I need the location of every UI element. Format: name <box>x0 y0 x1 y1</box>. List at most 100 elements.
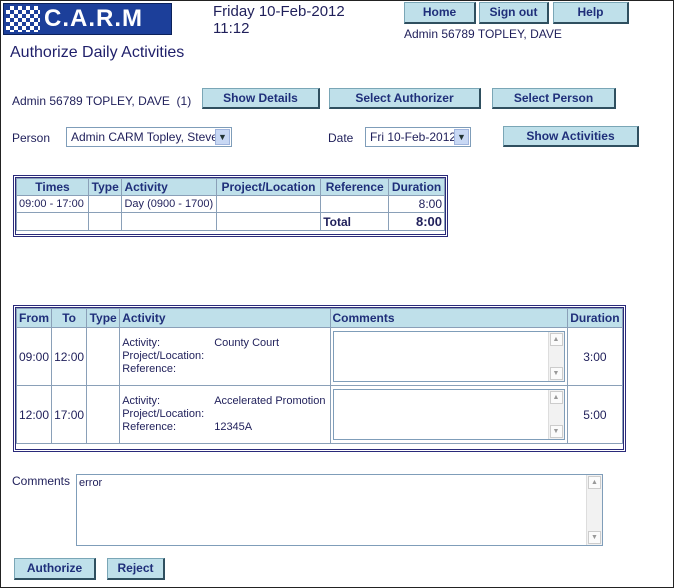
cell-activity-details: Activity: Accelerated Promotion Project/L… <box>119 385 331 444</box>
chevron-down-icon[interactable]: ▼ <box>215 129 230 145</box>
table-row: 09:00 - 17:00 Day (0900 - 1700) 8:00 <box>16 195 445 213</box>
activity-field-label: Activity: <box>122 337 161 349</box>
scroll-down-icon[interactable]: ▼ <box>549 367 563 380</box>
project-field-label: Project/Location: <box>122 408 205 420</box>
show-activities-button[interactable]: Show Activities <box>503 126 639 147</box>
total-label: Total <box>320 212 390 231</box>
header-date: Friday 10-Feb-2012 <box>213 3 345 20</box>
summary-total-row: Total 8:00 <box>16 212 445 231</box>
authorizer-count: (1) <box>176 94 192 108</box>
activity-line: Activity: County Court <box>122 337 327 350</box>
col-activity: Activity <box>119 308 331 328</box>
reference-field-label: Reference: <box>122 363 177 375</box>
cell-activity-details: Activity: County Court Project/Location: … <box>119 327 331 386</box>
page-title: Authorize Daily Activities <box>10 44 185 61</box>
table-row: 12:00 17:00 Activity: Accelerated Promoti… <box>15 385 624 444</box>
reference-value: 12345A <box>214 421 253 433</box>
scroll-up-icon[interactable]: ▲ <box>549 391 563 404</box>
col-type: Type <box>87 178 123 196</box>
person-select[interactable]: Admin CARM Topley, Steve ▼ <box>66 127 232 147</box>
comments-label: Comments <box>12 474 71 488</box>
help-button[interactable]: Help <box>553 2 629 24</box>
summary-table: Times Type Activity Project/Location Ref… <box>16 178 445 231</box>
checkered-flag-icon <box>6 6 40 32</box>
cell-project <box>215 195 322 213</box>
detail-table: From To Type Activity Comments Duration … <box>15 308 624 444</box>
cell-duration: 3:00 <box>566 327 624 386</box>
cell-reference <box>320 195 390 213</box>
cell-times: 09:00 - 17:00 <box>16 195 89 213</box>
cell-type <box>86 327 121 386</box>
cell-type <box>86 385 121 444</box>
summary-header-row: Times Type Activity Project/Location Ref… <box>16 178 445 196</box>
col-type: Type <box>86 308 121 328</box>
col-comments: Comments <box>329 308 568 328</box>
scroll-down-icon[interactable]: ▼ <box>549 425 563 438</box>
col-from: From <box>15 308 53 328</box>
show-details-button[interactable]: Show Details <box>202 88 320 109</box>
header-user: Admin 56789 TOPLEY, DAVE <box>404 27 562 41</box>
activity-field-label: Activity: <box>122 395 161 407</box>
cell-type <box>87 195 123 213</box>
header-time: 11:12 <box>213 20 250 37</box>
detail-header-row: From To Type Activity Comments Duration <box>15 308 624 328</box>
carm-logo: C.A.R.M <box>3 3 172 35</box>
date-label: Date <box>328 131 354 145</box>
total-value: 8:00 <box>388 212 445 231</box>
person-select-value: Admin CARM Topley, Steve <box>71 130 218 144</box>
cell-from: 09:00 <box>15 327 53 386</box>
reference-line: Reference: 12345A <box>122 421 327 434</box>
person-label: Person <box>12 131 51 145</box>
authorize-button[interactable]: Authorize <box>14 558 96 580</box>
scroll-up-icon[interactable]: ▲ <box>549 333 563 346</box>
col-reference: Reference <box>320 178 390 196</box>
summary-table-frame: Times Type Activity Project/Location Ref… <box>13 175 448 237</box>
cell-duration: 8:00 <box>388 195 445 213</box>
date-select[interactable]: Fri 10-Feb-2012 ▼ <box>365 127 471 147</box>
activity-line: Activity: Accelerated Promotion <box>122 395 327 408</box>
col-project: Project/Location <box>215 178 322 196</box>
col-activity: Activity <box>121 178 217 196</box>
logo-text: C.A.R.M <box>44 5 143 32</box>
cell-duration: 5:00 <box>566 385 624 444</box>
activity-value: Accelerated Promotion <box>214 395 326 407</box>
empty-cell <box>16 212 89 231</box>
header-datetime: Friday 10-Feb-2012 11:12 <box>213 3 345 37</box>
cell-activity: Day (0900 - 1700) <box>121 195 217 213</box>
col-duration: Duration <box>388 178 445 196</box>
chevron-down-icon[interactable]: ▼ <box>454 129 469 145</box>
row-comment-textarea[interactable]: ▲ ▼ <box>332 331 565 382</box>
reference-line: Reference: <box>122 363 327 376</box>
scrollbar[interactable]: ▲ ▼ <box>547 332 564 381</box>
comments-text: error <box>79 477 103 489</box>
cell-comments: ▲ ▼ <box>329 327 568 386</box>
date-select-value: Fri 10-Feb-2012 <box>370 130 457 144</box>
reference-field-label: Reference: <box>122 421 177 433</box>
signout-button[interactable]: Sign out <box>479 2 549 24</box>
col-times: Times <box>16 178 89 196</box>
table-row: 09:00 12:00 Activity: County Court Projec… <box>15 327 624 386</box>
comments-textarea[interactable]: error ▲ ▼ <box>76 474 603 546</box>
empty-cell <box>87 212 123 231</box>
scrollbar[interactable]: ▲ ▼ <box>547 390 564 439</box>
cell-from: 12:00 <box>15 385 53 444</box>
col-to: To <box>51 308 88 328</box>
select-person-button[interactable]: Select Person <box>492 88 616 109</box>
authorizer-name: Admin 56789 TOPLEY, DAVE (1) <box>12 94 191 108</box>
cell-comments: ▲ ▼ <box>329 385 568 444</box>
authorizer-name-text: Admin 56789 TOPLEY, DAVE <box>12 94 170 108</box>
cell-to: 17:00 <box>51 385 88 444</box>
project-field-label: Project/Location: <box>122 350 205 362</box>
scrollbar[interactable]: ▲ ▼ <box>586 475 602 545</box>
activity-value: County Court <box>214 337 280 349</box>
scroll-up-icon[interactable]: ▲ <box>588 476 601 489</box>
empty-cell <box>215 212 322 231</box>
home-button[interactable]: Home <box>404 2 476 24</box>
row-comment-textarea[interactable]: ▲ ▼ <box>332 389 565 440</box>
cell-to: 12:00 <box>51 327 88 386</box>
scroll-down-icon[interactable]: ▼ <box>588 531 601 544</box>
reject-button[interactable]: Reject <box>107 558 165 580</box>
select-authorizer-button[interactable]: Select Authorizer <box>329 88 481 109</box>
col-duration: Duration <box>566 308 624 328</box>
project-line: Project/Location: <box>122 350 327 363</box>
